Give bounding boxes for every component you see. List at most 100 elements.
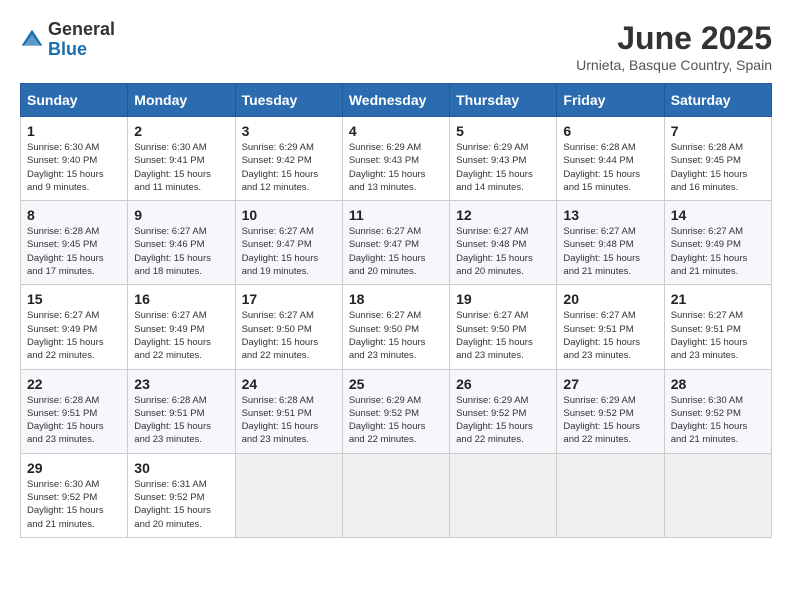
day-of-week-header: Friday [557, 84, 664, 117]
sunrise-label: Sunrise: 6:31 AM [134, 479, 206, 490]
daylight-label: Daylight: 15 hours and 14 minutes. [456, 169, 533, 193]
day-number: 24 [242, 376, 336, 392]
daylight-label: Daylight: 15 hours and 22 minutes. [242, 337, 319, 361]
daylight-label: Daylight: 15 hours and 20 minutes. [349, 253, 426, 277]
daylight-label: Daylight: 15 hours and 21 minutes. [27, 505, 104, 529]
calendar-cell: 4 Sunrise: 6:29 AM Sunset: 9:43 PM Dayli… [342, 117, 449, 201]
daylight-label: Daylight: 15 hours and 23 minutes. [134, 421, 211, 445]
sunrise-label: Sunrise: 6:28 AM [27, 226, 99, 237]
daylight-label: Daylight: 15 hours and 16 minutes. [671, 169, 748, 193]
calendar-cell: 21 Sunrise: 6:27 AM Sunset: 9:51 PM Dayl… [664, 285, 771, 369]
calendar-cell [557, 453, 664, 537]
day-of-week-header: Monday [128, 84, 235, 117]
day-info: Sunrise: 6:29 AM Sunset: 9:52 PM Dayligh… [563, 394, 657, 447]
daylight-label: Daylight: 15 hours and 22 minutes. [456, 421, 533, 445]
calendar-week-row: 29 Sunrise: 6:30 AM Sunset: 9:52 PM Dayl… [21, 453, 772, 537]
day-info: Sunrise: 6:27 AM Sunset: 9:48 PM Dayligh… [563, 225, 657, 278]
daylight-label: Daylight: 15 hours and 23 minutes. [456, 337, 533, 361]
daylight-label: Daylight: 15 hours and 11 minutes. [134, 169, 211, 193]
day-info: Sunrise: 6:31 AM Sunset: 9:52 PM Dayligh… [134, 478, 228, 531]
sunset-label: Sunset: 9:45 PM [27, 239, 97, 250]
day-of-week-header: Thursday [450, 84, 557, 117]
day-number: 3 [242, 123, 336, 139]
sunrise-label: Sunrise: 6:29 AM [349, 395, 421, 406]
sunrise-label: Sunrise: 6:27 AM [349, 226, 421, 237]
sunrise-label: Sunrise: 6:28 AM [134, 395, 206, 406]
day-info: Sunrise: 6:27 AM Sunset: 9:48 PM Dayligh… [456, 225, 550, 278]
logo-icon [20, 28, 44, 52]
sunrise-label: Sunrise: 6:29 AM [242, 142, 314, 153]
sunset-label: Sunset: 9:41 PM [134, 155, 204, 166]
calendar-cell: 15 Sunrise: 6:27 AM Sunset: 9:49 PM Dayl… [21, 285, 128, 369]
sunrise-label: Sunrise: 6:28 AM [27, 395, 99, 406]
day-info: Sunrise: 6:29 AM Sunset: 9:43 PM Dayligh… [456, 141, 550, 194]
day-info: Sunrise: 6:30 AM Sunset: 9:40 PM Dayligh… [27, 141, 121, 194]
sunset-label: Sunset: 9:48 PM [456, 239, 526, 250]
day-info: Sunrise: 6:30 AM Sunset: 9:52 PM Dayligh… [671, 394, 765, 447]
day-number: 14 [671, 207, 765, 223]
calendar-cell: 6 Sunrise: 6:28 AM Sunset: 9:44 PM Dayli… [557, 117, 664, 201]
calendar-cell: 11 Sunrise: 6:27 AM Sunset: 9:47 PM Dayl… [342, 201, 449, 285]
calendar-cell [342, 453, 449, 537]
sunrise-label: Sunrise: 6:29 AM [456, 142, 528, 153]
sunset-label: Sunset: 9:40 PM [27, 155, 97, 166]
sunrise-label: Sunrise: 6:27 AM [242, 310, 314, 321]
day-number: 4 [349, 123, 443, 139]
day-number: 18 [349, 291, 443, 307]
calendar-cell: 12 Sunrise: 6:27 AM Sunset: 9:48 PM Dayl… [450, 201, 557, 285]
day-info: Sunrise: 6:27 AM Sunset: 9:47 PM Dayligh… [349, 225, 443, 278]
calendar-cell: 18 Sunrise: 6:27 AM Sunset: 9:50 PM Dayl… [342, 285, 449, 369]
calendar-cell [664, 453, 771, 537]
calendar-cell: 13 Sunrise: 6:27 AM Sunset: 9:48 PM Dayl… [557, 201, 664, 285]
day-of-week-header: Wednesday [342, 84, 449, 117]
daylight-label: Daylight: 15 hours and 22 minutes. [349, 421, 426, 445]
sunset-label: Sunset: 9:50 PM [349, 324, 419, 335]
sunset-label: Sunset: 9:52 PM [563, 408, 633, 419]
calendar-cell: 22 Sunrise: 6:28 AM Sunset: 9:51 PM Dayl… [21, 369, 128, 453]
day-info: Sunrise: 6:28 AM Sunset: 9:51 PM Dayligh… [27, 394, 121, 447]
calendar-cell: 5 Sunrise: 6:29 AM Sunset: 9:43 PM Dayli… [450, 117, 557, 201]
sunset-label: Sunset: 9:47 PM [242, 239, 312, 250]
daylight-label: Daylight: 15 hours and 13 minutes. [349, 169, 426, 193]
day-number: 22 [27, 376, 121, 392]
sunrise-label: Sunrise: 6:27 AM [349, 310, 421, 321]
daylight-label: Daylight: 15 hours and 23 minutes. [671, 337, 748, 361]
logo: General Blue [20, 20, 115, 60]
daylight-label: Daylight: 15 hours and 20 minutes. [134, 505, 211, 529]
calendar-cell [235, 453, 342, 537]
sunset-label: Sunset: 9:52 PM [671, 408, 741, 419]
sunrise-label: Sunrise: 6:27 AM [27, 310, 99, 321]
calendar-cell: 14 Sunrise: 6:27 AM Sunset: 9:49 PM Dayl… [664, 201, 771, 285]
daylight-label: Daylight: 15 hours and 20 minutes. [456, 253, 533, 277]
sunrise-label: Sunrise: 6:28 AM [671, 142, 743, 153]
day-number: 10 [242, 207, 336, 223]
day-number: 17 [242, 291, 336, 307]
sunset-label: Sunset: 9:48 PM [563, 239, 633, 250]
sunrise-label: Sunrise: 6:30 AM [27, 142, 99, 153]
sunrise-label: Sunrise: 6:30 AM [134, 142, 206, 153]
sunset-label: Sunset: 9:51 PM [27, 408, 97, 419]
day-number: 23 [134, 376, 228, 392]
day-info: Sunrise: 6:27 AM Sunset: 9:49 PM Dayligh… [27, 309, 121, 362]
logo-general: General [48, 20, 115, 40]
daylight-label: Daylight: 15 hours and 19 minutes. [242, 253, 319, 277]
day-number: 6 [563, 123, 657, 139]
month-title: June 2025 [576, 20, 772, 57]
sunset-label: Sunset: 9:47 PM [349, 239, 419, 250]
calendar-cell: 10 Sunrise: 6:27 AM Sunset: 9:47 PM Dayl… [235, 201, 342, 285]
sunrise-label: Sunrise: 6:27 AM [563, 226, 635, 237]
day-info: Sunrise: 6:27 AM Sunset: 9:46 PM Dayligh… [134, 225, 228, 278]
sunset-label: Sunset: 9:43 PM [456, 155, 526, 166]
day-info: Sunrise: 6:29 AM Sunset: 9:52 PM Dayligh… [349, 394, 443, 447]
day-info: Sunrise: 6:27 AM Sunset: 9:50 PM Dayligh… [456, 309, 550, 362]
day-number: 29 [27, 460, 121, 476]
calendar-cell: 26 Sunrise: 6:29 AM Sunset: 9:52 PM Dayl… [450, 369, 557, 453]
calendar-cell: 16 Sunrise: 6:27 AM Sunset: 9:49 PM Dayl… [128, 285, 235, 369]
calendar-cell: 8 Sunrise: 6:28 AM Sunset: 9:45 PM Dayli… [21, 201, 128, 285]
calendar-cell: 7 Sunrise: 6:28 AM Sunset: 9:45 PM Dayli… [664, 117, 771, 201]
sunset-label: Sunset: 9:49 PM [671, 239, 741, 250]
calendar-cell: 2 Sunrise: 6:30 AM Sunset: 9:41 PM Dayli… [128, 117, 235, 201]
sunrise-label: Sunrise: 6:29 AM [456, 395, 528, 406]
calendar-week-row: 22 Sunrise: 6:28 AM Sunset: 9:51 PM Dayl… [21, 369, 772, 453]
day-info: Sunrise: 6:27 AM Sunset: 9:47 PM Dayligh… [242, 225, 336, 278]
